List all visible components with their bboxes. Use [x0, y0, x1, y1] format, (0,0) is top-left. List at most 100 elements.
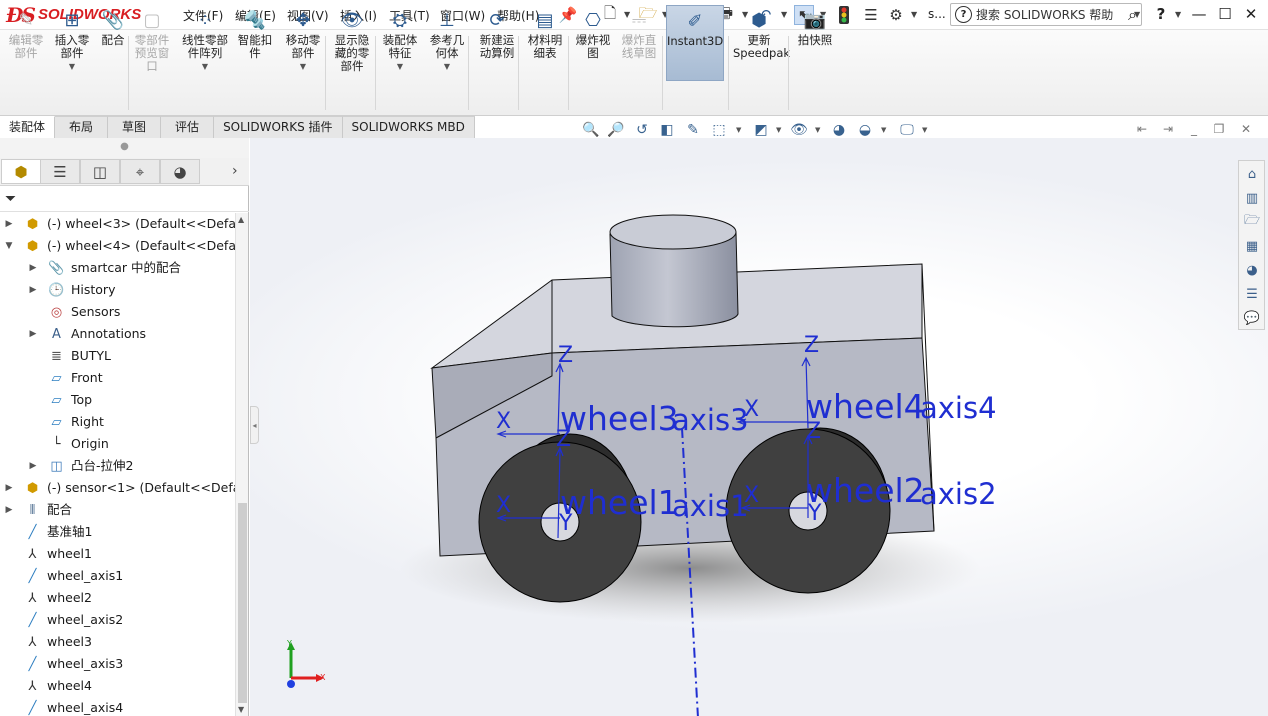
tab-solidworks-mbd[interactable]: SOLIDWORKS MBD — [342, 116, 475, 138]
edit-appearance-icon[interactable]: ◕ — [830, 121, 848, 139]
cmd-insert-component-button[interactable]: ⊞ 插入零 部件 ▼ — [52, 8, 92, 73]
tree-node[interactable]: ◎ Sensors — [0, 301, 235, 323]
propertymanager-tab-icon[interactable]: ☰ — [40, 159, 80, 184]
section-view-icon[interactable]: ◧ — [658, 121, 676, 139]
minimize-window-button[interactable]: — — [1188, 3, 1210, 25]
expand-arrow-icon[interactable]: ▶ — [4, 213, 14, 235]
scene-dropdown-icon[interactable]: ▼ — [881, 126, 886, 134]
configurationmanager-tab-icon[interactable]: ◫ — [80, 159, 120, 184]
custom-properties-icon[interactable]: ☰ — [1242, 284, 1262, 304]
model-view[interactable]: Z X Z X Y Z X Z X Y wheel3 axis3 wheel1 … — [250, 138, 1268, 716]
expand-arrow-icon[interactable]: ▶ — [4, 499, 14, 521]
appearances-icon[interactable]: ◕ — [1242, 260, 1262, 280]
zoom-to-fit-icon[interactable]: 🔍 — [582, 121, 600, 139]
tab-solidworks-addins[interactable]: SOLIDWORKS 插件 — [214, 116, 343, 138]
zoom-to-area-icon[interactable]: 🔎 — [607, 121, 625, 139]
panel-collapse-handle[interactable]: ◂ — [250, 406, 259, 444]
display-style-dropdown-icon[interactable]: ▼ — [776, 126, 781, 134]
tree-node[interactable]: ▶ 📎 smartcar 中的配合 — [0, 257, 235, 279]
tree-node[interactable]: ▱ Right — [0, 411, 235, 433]
solidworks-resources-icon[interactable]: ⌂ — [1242, 164, 1262, 184]
expand-arrow-icon[interactable]: ▶ — [28, 455, 38, 477]
cmd-speedpak-button[interactable]: ⬢ 更新 Speedpak — [733, 8, 790, 60]
file-properties-icon[interactable]: ☰ — [861, 5, 881, 25]
close-window-button[interactable]: ✕ — [1240, 3, 1262, 25]
design-library-icon[interactable]: ▥ — [1242, 188, 1262, 208]
rebuild-traffic-light-icon[interactable] — [834, 5, 854, 25]
scroll-down-icon[interactable]: ▼ — [238, 705, 244, 714]
previous-doc-icon[interactable]: ⇤ — [1134, 121, 1150, 137]
cmd-motion-study-button[interactable]: ⟳ 新建运 动算例 — [476, 8, 518, 60]
expand-arrow-icon[interactable]: ▶ — [28, 257, 38, 279]
search-input[interactable]: 搜索 SOLIDWORKS 帮助 — [976, 6, 1128, 23]
tree-node[interactable]: ▱ Top — [0, 389, 235, 411]
tree-node[interactable]: ⅄ wheel3 — [0, 631, 235, 653]
cmd-instant3d-button[interactable]: ✐ Instant3D — [666, 5, 724, 81]
featuremanager-tab-icon[interactable]: ⬢ — [1, 159, 41, 184]
cmd-assembly-features-button[interactable]: ⛭ 装配体 特征 ▼ — [381, 8, 419, 73]
cmd-dropdown-icon[interactable]: ▼ — [381, 60, 419, 73]
cmd-bom-button[interactable]: ▤ 材料明 细表 — [526, 8, 564, 60]
help-search-box[interactable]: ? 搜索 SOLIDWORKS 帮助 ⌕ — [950, 3, 1142, 26]
cmd-dropdown-icon[interactable]: ▼ — [52, 60, 92, 73]
cmd-dropdown-icon[interactable]: ▼ — [428, 60, 466, 73]
displaymanager-tab-icon[interactable]: ◕ — [160, 159, 200, 184]
cmd-snapshot-button[interactable]: 📷 拍快照 — [796, 8, 834, 47]
cmd-exploded-view-button[interactable]: ⎔ 爆炸视 图 — [574, 8, 612, 60]
view-settings-icon[interactable]: 🖵 — [898, 121, 916, 139]
view-orientation-icon[interactable]: ⬚ — [710, 121, 728, 139]
scroll-up-icon[interactable]: ▲ — [238, 215, 244, 224]
viewport-restore-button[interactable]: ❐ — [1211, 121, 1227, 137]
previous-view-icon[interactable]: ↺ — [633, 121, 651, 139]
tree-node[interactable]: ▶ ⫴ 配合 — [0, 499, 235, 521]
cmd-smart-fasteners-button[interactable]: 🔩 智能扣 件 — [237, 8, 273, 60]
viewport-minimize-button[interactable]: _ — [1186, 121, 1202, 137]
document-name-truncated[interactable]: s... — [928, 7, 946, 21]
file-explorer-icon[interactable]: 🗁 — [1242, 212, 1262, 232]
help-icon[interactable]: ? — [1150, 3, 1172, 25]
cmd-show-hidden-button[interactable]: 👁 显示隐 藏的零 部件 — [333, 8, 371, 73]
apply-scene-icon[interactable]: ◒ — [856, 121, 874, 139]
more-tabs-chevron-icon[interactable]: › — [232, 163, 238, 179]
tree-scrollbar[interactable]: ▲ ▼ — [235, 213, 248, 716]
tree-node[interactable]: ▶ ⬢ (-) sensor<1> (Default<<Defaul — [0, 477, 235, 499]
help-dropdown-icon[interactable]: ▼ — [1175, 10, 1181, 19]
tab-sketch[interactable]: 草图 — [108, 116, 162, 138]
tree-node[interactable]: ▶ A Annotations — [0, 323, 235, 345]
tree-node[interactable]: ▶ ⬢ (-) wheel<3> (Default<<Default: — [0, 213, 235, 235]
cmd-component-preview-button[interactable]: ▢ 零部件 预览窗 口 — [133, 8, 171, 73]
tree-node[interactable]: ╱ wheel_axis2 — [0, 609, 235, 631]
cmd-dropdown-icon[interactable]: ▼ — [283, 60, 323, 73]
tree-node[interactable]: ╱ wheel_axis1 — [0, 565, 235, 587]
collapse-arrow-icon[interactable]: ▼ — [4, 235, 14, 257]
search-dropdown-icon[interactable]: ▼ — [1134, 10, 1140, 19]
scroll-thumb[interactable] — [238, 503, 247, 703]
tree-node[interactable]: └ Origin — [0, 433, 235, 455]
tree-node[interactable]: ⅄ wheel1 — [0, 543, 235, 565]
cmd-linear-pattern-button[interactable]: ⁘ 线性零部 件阵列 ▼ — [180, 8, 230, 73]
graphics-area[interactable]: Z X Z X Y Z X Z X Y wheel3 axis3 wheel1 … — [250, 138, 1268, 716]
viewport-close-button[interactable]: ✕ — [1238, 121, 1254, 137]
cmd-explode-line-sketch-button[interactable]: ⎓ 爆炸直 线草图 — [620, 8, 658, 60]
dimxpertmanager-tab-icon[interactable]: ⌖ — [120, 159, 160, 184]
view-orientation-dropdown-icon[interactable]: ▼ — [736, 126, 741, 134]
cmd-dropdown-icon[interactable]: ▼ — [180, 60, 230, 73]
tree-filter[interactable]: ⏷ — [0, 187, 249, 212]
next-doc-icon[interactable]: ⇥ — [1160, 121, 1176, 137]
panel-splitter-grip[interactable]: ● — [0, 138, 249, 158]
maximize-window-button[interactable]: ☐ — [1214, 3, 1236, 25]
hide-show-dropdown-icon[interactable]: ▼ — [815, 126, 820, 134]
sensor-cylinder[interactable] — [609, 214, 739, 328]
display-style-icon[interactable]: ◩ — [752, 121, 770, 139]
cmd-mate-button[interactable]: 📎 配合 — [100, 8, 126, 47]
tree-node[interactable]: ▱ Front — [0, 367, 235, 389]
tab-layout[interactable]: 布局 — [55, 116, 109, 138]
cmd-reference-geometry-button[interactable]: ⊥ 参考几 何体 ▼ — [428, 8, 466, 73]
options-gear-icon[interactable]: ⚙ — [886, 5, 906, 25]
tree-node[interactable]: ╱ wheel_axis3 — [0, 653, 235, 675]
cmd-move-component-button[interactable]: ✥ 移动零 部件 ▼ — [283, 8, 323, 73]
tree-node[interactable]: ≣ BUTYL — [0, 345, 235, 367]
tab-evaluate[interactable]: 评估 — [161, 116, 215, 138]
dynamic-annotation-icon[interactable]: ✎ — [684, 121, 702, 139]
tab-assembly[interactable]: 装配体 — [0, 116, 56, 138]
